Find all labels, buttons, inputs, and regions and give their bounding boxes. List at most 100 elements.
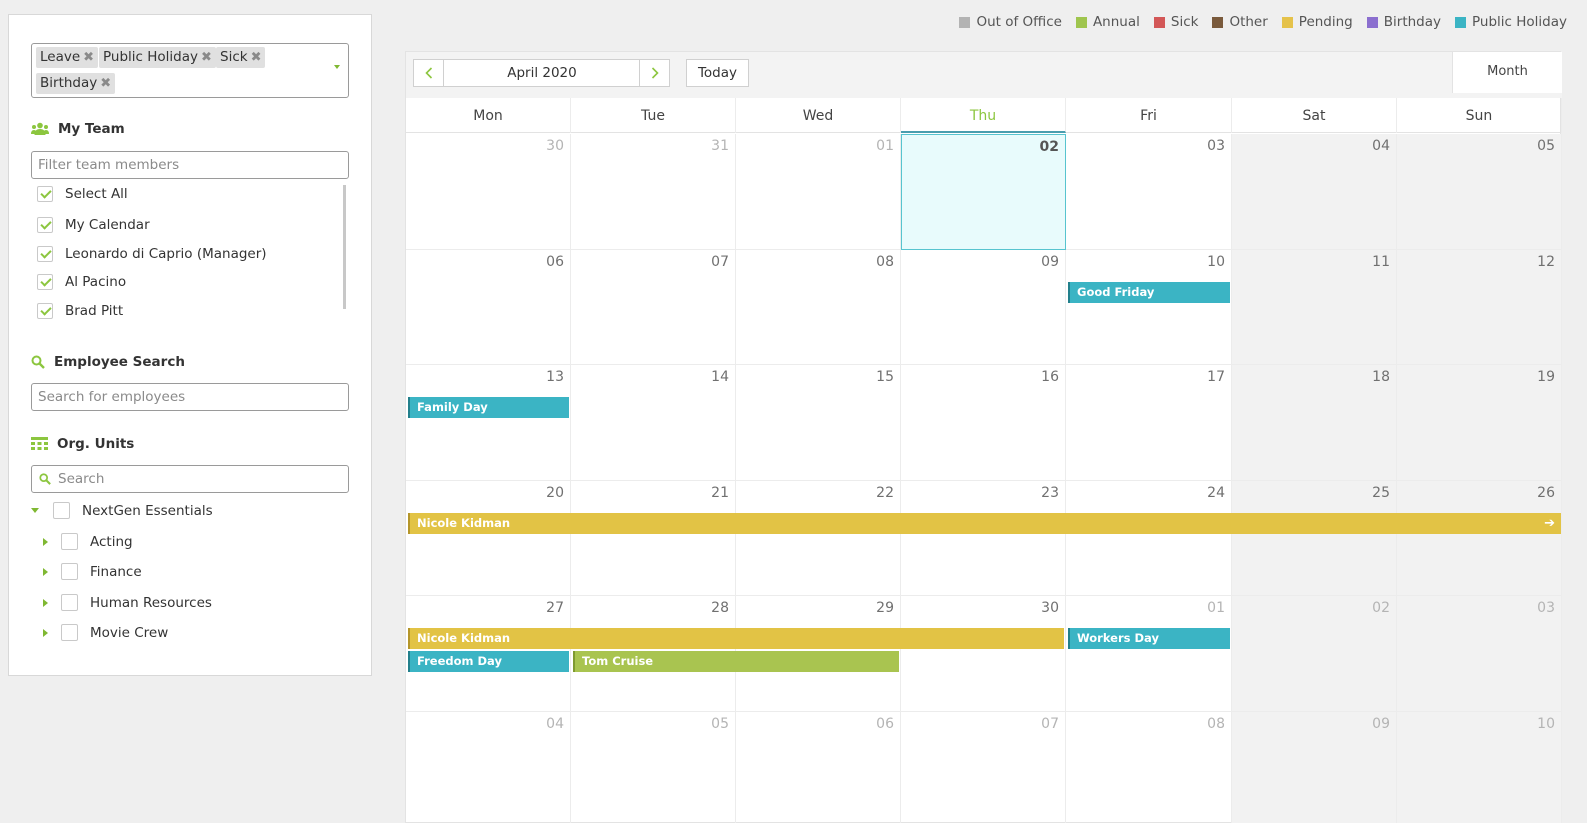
day-cell[interactable]: 31 — [571, 134, 736, 250]
org-tree-node[interactable]: Finance — [43, 563, 142, 580]
checkbox[interactable] — [37, 246, 53, 262]
current-month-label[interactable]: April 2020 — [444, 59, 640, 87]
day-cell[interactable]: 23 — [901, 481, 1066, 596]
day-cell[interactable]: 05 — [1397, 134, 1562, 250]
next-month-button[interactable] — [639, 59, 670, 87]
filter-panel: Leave ✖ Public Holiday ✖ Sick ✖ Birthday ✖ M… — [8, 14, 372, 676]
checkbox[interactable] — [37, 217, 53, 233]
checkbox[interactable] — [53, 502, 70, 519]
day-cell[interactable]: 30 — [901, 596, 1066, 712]
day-cell[interactable]: 07 — [571, 250, 736, 365]
calendar-event[interactable]: Nicole Kidman ➔ — [408, 513, 1561, 534]
day-cell[interactable]: 10 — [1397, 712, 1562, 823]
day-cell[interactable]: 21 — [571, 481, 736, 596]
day-cell[interactable]: 08 — [1066, 712, 1232, 823]
day-cell[interactable]: 30 — [406, 134, 571, 250]
day-cell[interactable]: 10 — [1066, 250, 1232, 365]
day-cell[interactable]: 15 — [736, 365, 901, 481]
day-cell[interactable]: 08 — [736, 250, 901, 365]
checkbox[interactable] — [61, 563, 78, 580]
day-number: 30 — [1041, 600, 1059, 616]
org-chart-icon — [31, 437, 48, 450]
team-member-row[interactable]: Brad Pitt — [37, 303, 123, 319]
day-number: 06 — [876, 716, 894, 732]
checkbox[interactable] — [37, 274, 53, 290]
day-cell[interactable]: 20 — [406, 481, 571, 596]
day-number: 05 — [1537, 138, 1555, 154]
expand-icon[interactable] — [43, 628, 48, 637]
today-button[interactable]: Today — [686, 59, 749, 87]
day-cell[interactable]: 19 — [1397, 365, 1562, 481]
day-cell[interactable]: 02 — [901, 134, 1066, 250]
day-cell[interactable]: 03 — [1397, 596, 1562, 712]
checkbox[interactable] — [61, 533, 78, 550]
calendar-event[interactable]: Nicole Kidman — [408, 628, 1064, 649]
expand-icon[interactable] — [43, 567, 48, 576]
day-cell[interactable]: 25 — [1232, 481, 1397, 596]
prev-month-button[interactable] — [413, 59, 444, 87]
day-number: 06 — [546, 254, 564, 270]
day-cell[interactable]: 24 — [1066, 481, 1232, 596]
day-cell[interactable]: 04 — [406, 712, 571, 823]
day-cell[interactable]: 06 — [406, 250, 571, 365]
day-cell[interactable]: 26 — [1397, 481, 1562, 596]
caret-down-icon[interactable] — [334, 65, 340, 69]
day-cell[interactable]: 18 — [1232, 365, 1397, 481]
day-number: 11 — [1372, 254, 1390, 270]
team-member-row[interactable]: My Calendar — [37, 217, 150, 233]
collapse-icon[interactable] — [31, 508, 39, 513]
remove-icon[interactable]: ✖ — [201, 47, 212, 68]
team-member-row[interactable]: Leonardo di Caprio (Manager) — [37, 246, 267, 262]
day-cell[interactable]: 09 — [1232, 712, 1397, 823]
team-member-row[interactable]: Al Pacino — [37, 274, 126, 290]
search-icon — [39, 473, 51, 485]
select-all-checkbox[interactable]: Select All — [37, 186, 128, 202]
event-type-multiselect[interactable]: Leave ✖ Public Holiday ✖ Sick ✖ Birthday ✖ — [31, 43, 349, 98]
day-cell[interactable]: 06 — [736, 712, 901, 823]
day-cell[interactable]: 01 — [736, 134, 901, 250]
day-cell[interactable]: 03 — [1066, 134, 1232, 250]
day-cell[interactable]: 14 — [571, 365, 736, 481]
day-cell[interactable]: 02 — [1232, 596, 1397, 712]
day-cell[interactable]: 07 — [901, 712, 1066, 823]
remove-icon[interactable]: ✖ — [251, 47, 262, 68]
remove-icon[interactable]: ✖ — [100, 73, 111, 94]
legend-item: Other — [1212, 14, 1268, 30]
remove-icon[interactable]: ✖ — [83, 47, 94, 68]
calendar-event[interactable]: Tom Cruise — [573, 651, 899, 672]
day-cell[interactable]: 09 — [901, 250, 1066, 365]
day-cell[interactable]: 16 — [901, 365, 1066, 481]
org-tree-node[interactable]: Human Resources — [43, 594, 212, 611]
org-search-input[interactable] — [31, 465, 349, 493]
day-cell[interactable]: 05 — [571, 712, 736, 823]
day-number: 22 — [876, 485, 894, 501]
checkbox[interactable] — [37, 303, 53, 319]
employee-search-input[interactable] — [31, 383, 349, 411]
day-number: 23 — [1041, 485, 1059, 501]
day-cell[interactable]: 01 — [1066, 596, 1232, 712]
org-tree-node[interactable]: Movie Crew — [43, 624, 168, 641]
arrow-right-icon: ➔ — [1544, 516, 1555, 531]
team-list-scrollbar[interactable] — [343, 185, 346, 309]
team-filter-input[interactable] — [31, 151, 349, 179]
day-cell[interactable]: 12 — [1397, 250, 1562, 365]
calendar-event[interactable]: Family Day — [408, 397, 569, 418]
checkbox[interactable] — [61, 624, 78, 641]
checkbox[interactable] — [61, 594, 78, 611]
day-number: 21 — [711, 485, 729, 501]
day-cell[interactable]: 11 — [1232, 250, 1397, 365]
org-tree-root[interactable]: NextGen Essentials — [31, 502, 213, 519]
day-cell[interactable]: 13 — [406, 365, 571, 481]
org-tree-node[interactable]: Acting — [43, 533, 133, 550]
day-cell[interactable]: 22 — [736, 481, 901, 596]
month-view-tab[interactable]: Month — [1452, 52, 1562, 93]
calendar-event[interactable]: Workers Day — [1068, 628, 1230, 649]
day-cell[interactable]: 17 — [1066, 365, 1232, 481]
calendar-event[interactable]: Freedom Day — [408, 651, 569, 672]
expand-icon[interactable] — [43, 537, 48, 546]
expand-icon[interactable] — [43, 598, 48, 607]
calendar-event[interactable]: Good Friday — [1068, 282, 1230, 303]
day-cell[interactable]: 04 — [1232, 134, 1397, 250]
checkbox[interactable] — [37, 186, 53, 202]
day-number: 17 — [1207, 369, 1225, 385]
